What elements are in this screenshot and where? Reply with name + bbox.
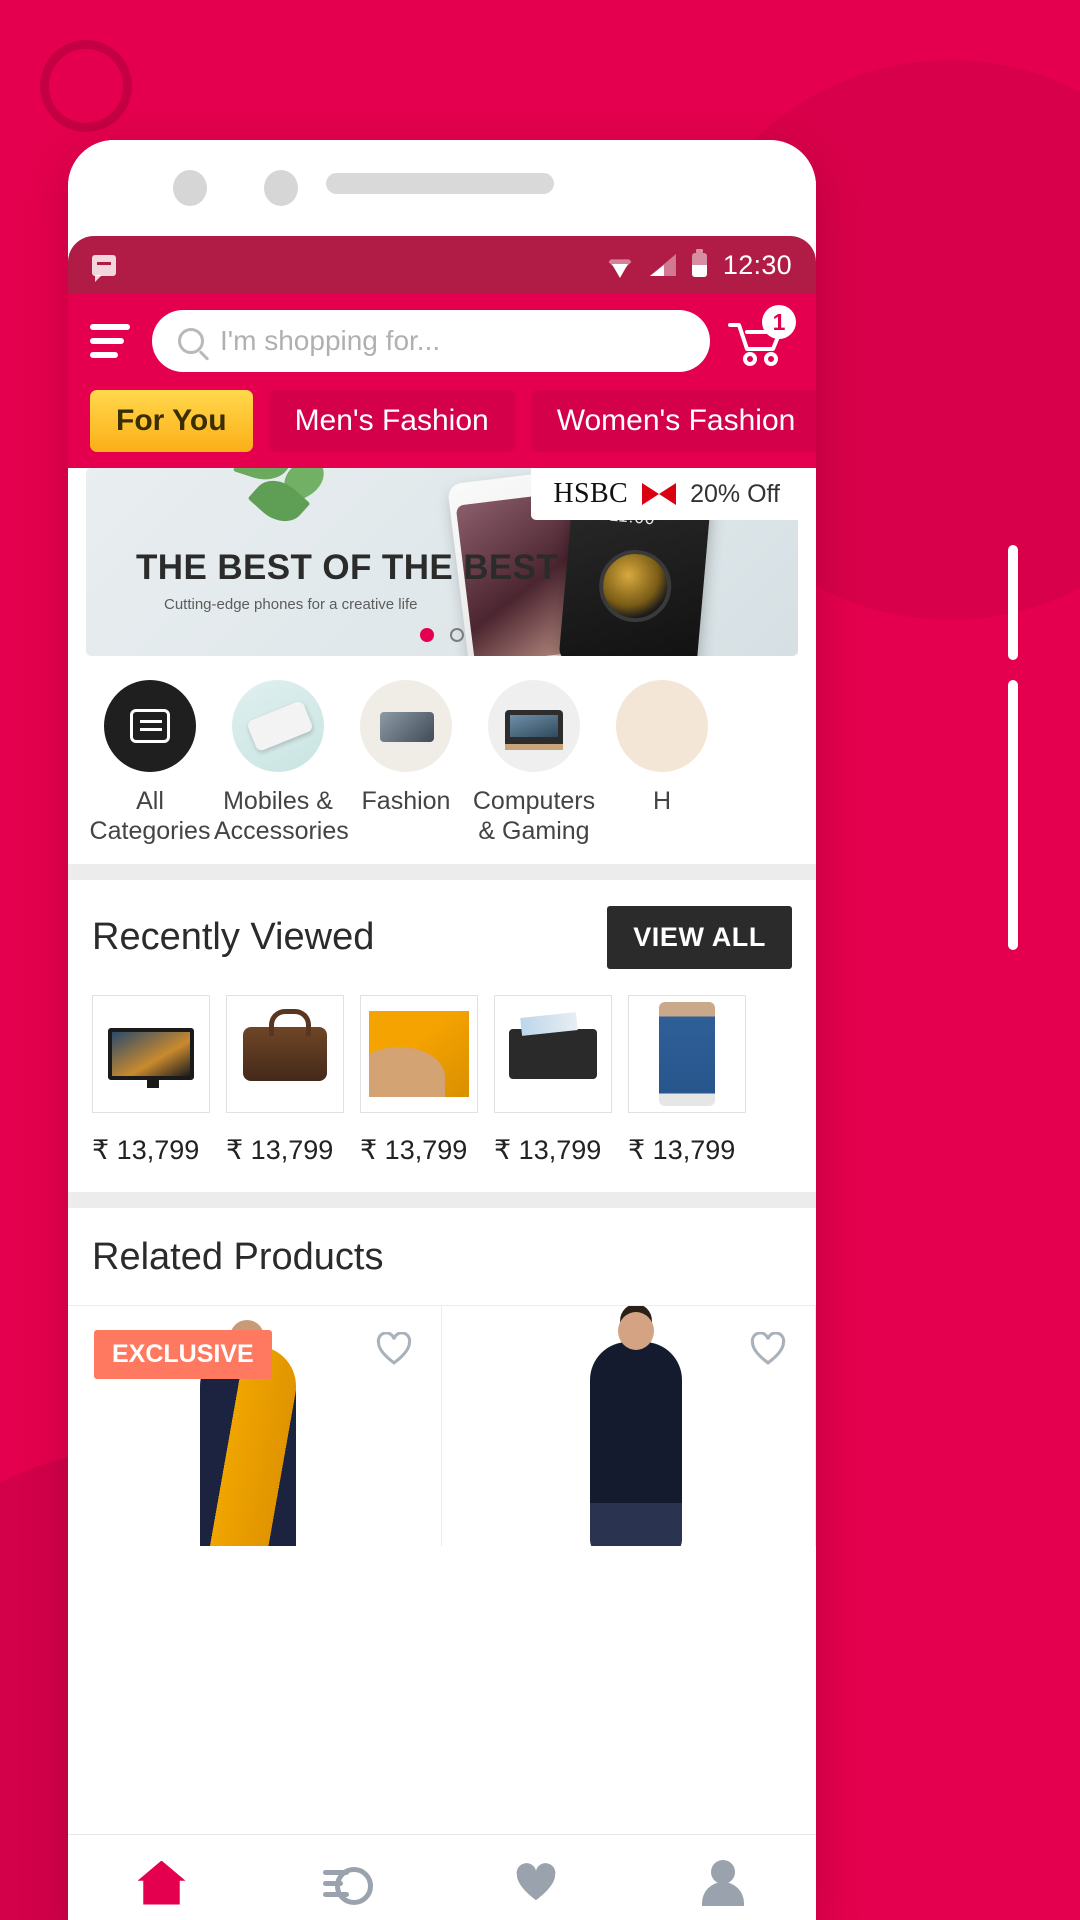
section-divider — [68, 1192, 816, 1208]
status-bar: 12:30 — [68, 236, 816, 294]
product-thumbnail — [628, 995, 746, 1113]
cart-button[interactable]: 1 — [728, 305, 796, 371]
product-card[interactable] — [442, 1306, 816, 1546]
list-item[interactable]: ₹ 13,799 — [226, 995, 344, 1166]
search-placeholder: I'm shopping for... — [220, 325, 441, 356]
category-label: All Categories — [89, 787, 211, 845]
product-thumbnail — [92, 995, 210, 1113]
hero-banner-section: 11:00 THE BEST OF THE BEST Cutting-edge … — [68, 468, 816, 656]
category-item-all[interactable]: All Categories — [86, 680, 214, 846]
category-item-home[interactable]: H — [598, 680, 726, 846]
heart-outline-icon[interactable] — [375, 1332, 413, 1366]
category-item-mobiles[interactable]: Mobiles & Accessories — [214, 680, 349, 846]
wifi-icon — [606, 254, 634, 276]
list-item[interactable]: ₹ 13,799 — [628, 995, 746, 1166]
tab-womens-fashion[interactable]: Women's Fashion — [530, 390, 816, 452]
status-bar-clock: 12:30 — [722, 249, 792, 280]
hsbc-brand-label: HSBC — [553, 478, 629, 509]
status-bar-left — [92, 254, 606, 282]
phone-mockup: 12:30 I'm shopping for... 1 For You Men'… — [68, 140, 816, 1920]
hsbc-offer-badge: HSBC 20% Off — [531, 468, 798, 520]
heart-outline-icon[interactable] — [749, 1332, 787, 1366]
search-input[interactable]: I'm shopping for... — [152, 310, 710, 372]
laptop-icon — [488, 680, 580, 772]
signal-icon — [650, 254, 676, 276]
product-price: ₹ 13,799 — [360, 1135, 468, 1165]
hsbc-offer-text: 20% Off — [690, 479, 780, 508]
user-icon — [701, 1859, 745, 1906]
hero-banner[interactable]: 11:00 THE BEST OF THE BEST Cutting-edge … — [86, 468, 798, 656]
product-price: ₹ 13,799 — [92, 1135, 200, 1165]
related-products-header: Related Products — [68, 1208, 816, 1306]
product-thumbnail — [360, 995, 478, 1113]
scroll-indicator — [1008, 545, 1018, 660]
hero-subtitle: Cutting-edge phones for a creative life — [164, 596, 418, 613]
product-thumbnail — [494, 995, 612, 1113]
category-tab-bar[interactable]: For You Men's Fashion Women's Fashion Mo… — [68, 390, 816, 470]
app-header: I'm shopping for... 1 — [68, 294, 816, 390]
carousel-pagination[interactable] — [86, 628, 798, 642]
list-item[interactable]: ₹ 13,799 — [92, 995, 210, 1166]
message-icon — [92, 254, 116, 282]
category-label: Fashion — [361, 787, 451, 815]
recently-viewed-list[interactable]: ₹ 13,799 ₹ 13,799 ₹ 13,799 ₹ 13,799 ₹ 13… — [92, 995, 792, 1166]
product-card[interactable]: EXCLUSIVE — [68, 1306, 442, 1546]
category-shortcut-row[interactable]: All Categories Mobiles & Accessories Fas… — [68, 656, 816, 864]
phone-bezel — [68, 140, 816, 236]
search-icon — [178, 328, 204, 354]
home-icon — [616, 680, 708, 772]
home-icon — [137, 1860, 186, 1905]
hero-title: THE BEST OF THE BEST — [136, 548, 559, 587]
scroll-indicator — [1008, 680, 1018, 950]
list-item[interactable]: ₹ 13,799 — [360, 995, 478, 1166]
front-camera-icon — [173, 170, 207, 206]
cart-badge-count: 1 — [762, 305, 796, 339]
hsbc-logo-icon — [642, 483, 677, 505]
carousel-dot[interactable] — [450, 628, 464, 642]
product-price: ₹ 13,799 — [226, 1135, 334, 1165]
section-title: Related Products — [92, 1236, 384, 1278]
all-categories-icon — [104, 680, 196, 772]
category-label: H — [652, 787, 672, 815]
nav-item-wishlist[interactable] — [442, 1862, 629, 1904]
product-price: ₹ 13,799 — [628, 1135, 736, 1165]
product-thumbnail — [226, 995, 344, 1113]
category-label: Mobiles & Accessories — [214, 787, 349, 845]
list-item[interactable]: ₹ 13,799 — [494, 995, 612, 1166]
nav-item-home[interactable] — [68, 1860, 255, 1905]
app-screen: 12:30 I'm shopping for... 1 For You Men'… — [68, 236, 816, 1920]
battery-icon — [691, 249, 707, 277]
decorative-ring — [40, 40, 132, 132]
fashion-icon — [360, 680, 452, 772]
search-list-icon — [322, 1861, 375, 1905]
heart-icon — [516, 1862, 555, 1900]
carousel-dot-active[interactable] — [420, 628, 434, 642]
camera-lens-icon — [596, 547, 675, 626]
bottom-navigation-bar — [68, 1834, 816, 1920]
earpiece-speaker — [326, 173, 554, 194]
product-price: ₹ 13,799 — [494, 1135, 602, 1165]
status-badge: EXCLUSIVE — [94, 1330, 272, 1379]
sensor-icon — [264, 170, 298, 206]
nav-item-account[interactable] — [629, 1859, 816, 1906]
recently-viewed-section: Recently Viewed VIEW ALL ₹ 13,799 ₹ 13,7… — [68, 880, 816, 1192]
recently-viewed-header: Recently Viewed VIEW ALL — [92, 906, 792, 969]
related-products-grid: EXCLUSIVE — [68, 1306, 816, 1546]
section-divider — [68, 864, 816, 880]
hamburger-menu-icon[interactable] — [90, 324, 134, 358]
tab-mens-fashion[interactable]: Men's Fashion — [268, 390, 515, 452]
status-bar-right: 12:30 — [606, 249, 792, 281]
view-all-button[interactable]: VIEW ALL — [607, 906, 792, 969]
category-item-fashion[interactable]: Fashion — [342, 680, 470, 846]
mobile-icon — [232, 680, 324, 772]
tab-for-you[interactable]: For You — [90, 390, 253, 452]
category-item-computers[interactable]: Computers & Gaming — [470, 680, 598, 846]
section-title: Recently Viewed — [92, 916, 375, 958]
product-image — [590, 1312, 682, 1546]
category-label: Computers & Gaming — [472, 787, 596, 845]
nav-item-search[interactable] — [255, 1861, 442, 1905]
